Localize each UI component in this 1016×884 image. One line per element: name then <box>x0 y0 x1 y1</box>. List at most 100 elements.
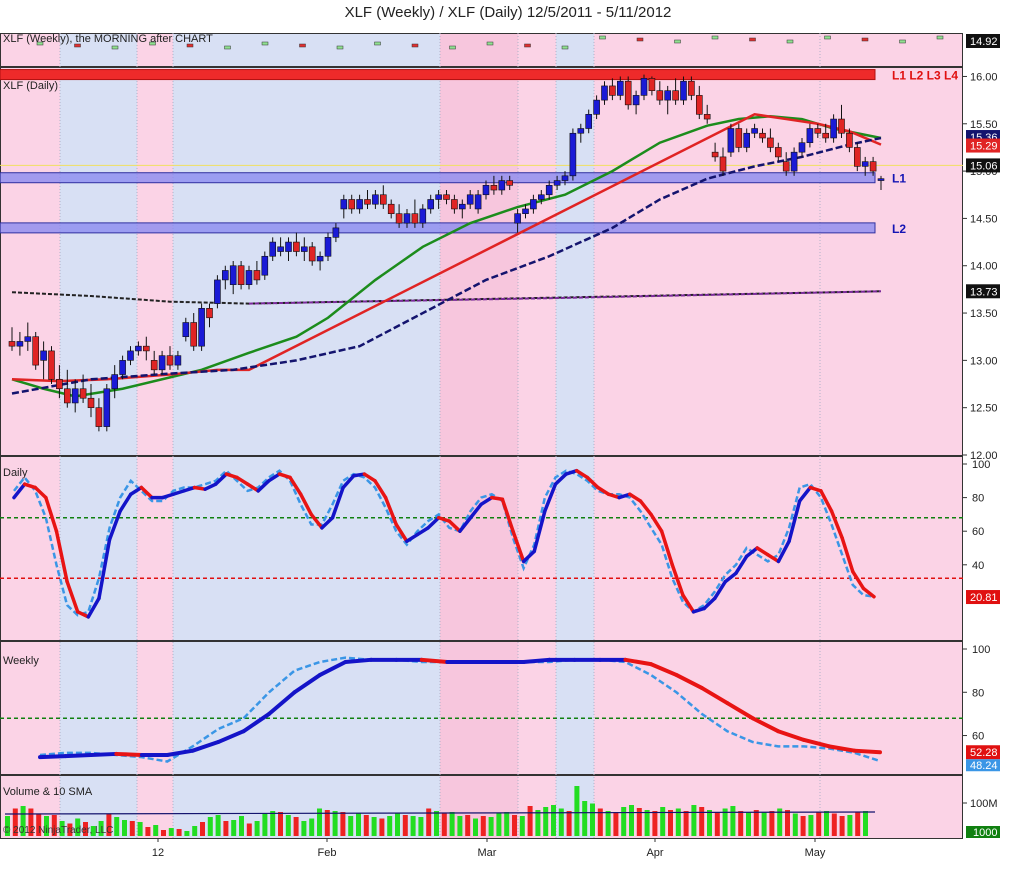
candle-body <box>64 388 71 404</box>
price-panel-title: XLF (Daily) <box>3 80 58 92</box>
candle-body <box>624 80 632 106</box>
volume-bar <box>590 803 595 836</box>
volume-bar <box>714 812 720 836</box>
candle-body <box>174 355 182 366</box>
volume-bar <box>114 817 120 836</box>
candle-body <box>214 279 221 304</box>
volume-bar <box>301 821 307 836</box>
volume-bar <box>543 807 549 836</box>
weekly-stoch-y-tick: 80 <box>972 687 984 699</box>
volume-bar <box>699 807 705 836</box>
candle-body <box>372 194 379 205</box>
candle-body <box>324 237 332 257</box>
candle-body <box>150 360 158 371</box>
weekly-mini-candle <box>224 45 231 50</box>
volume-bar <box>192 826 198 836</box>
session-shade-2 <box>137 33 173 838</box>
candle-body <box>198 308 205 347</box>
candle-body <box>356 199 363 210</box>
volume-bar <box>496 813 502 836</box>
volume-bar <box>239 816 244 836</box>
weekly-mini-candle <box>449 45 456 50</box>
price-y-tick-label: 13.50 <box>970 308 998 320</box>
candle-body <box>806 128 814 144</box>
candle-body <box>71 388 79 404</box>
candle-body <box>79 388 87 399</box>
candle-body <box>261 255 269 276</box>
weekly-stoch-k-value: 52.28 <box>970 747 998 759</box>
candle-body <box>119 360 126 375</box>
volume-bar <box>254 821 260 836</box>
weekly-mini-candle <box>411 43 419 48</box>
volume-bar <box>457 816 463 836</box>
volume-bar <box>122 820 127 836</box>
volume-bar <box>512 815 517 836</box>
candle-body <box>285 241 292 252</box>
candle-body <box>340 199 348 210</box>
volume-bar <box>535 810 541 836</box>
volume-bar <box>387 816 393 836</box>
candle-body <box>16 341 24 347</box>
volume-bar <box>792 813 798 836</box>
weekly-mini-candle <box>674 39 681 44</box>
copyright-text: © 2012 NinjaTrader, LLC <box>3 825 114 836</box>
candle-body <box>616 80 624 96</box>
candle-body <box>111 374 118 390</box>
volume-bar <box>153 825 159 836</box>
price-y-tick-label: 12.50 <box>970 403 998 415</box>
volume-bar <box>410 816 416 836</box>
volume-bar <box>371 817 377 836</box>
volume-bar <box>785 810 790 836</box>
candle-body <box>632 95 640 106</box>
price-y-tick-label: 14.50 <box>970 213 998 225</box>
volume-title: Volume & 10 SMA <box>3 786 93 798</box>
candle-body <box>364 199 371 205</box>
volume-bar <box>356 813 361 836</box>
volume-bar <box>746 812 751 836</box>
candle-body <box>182 322 190 338</box>
volume-bar <box>816 812 822 836</box>
level-band-1 <box>0 172 876 184</box>
weekly-mini-candle <box>36 41 44 46</box>
candle-body <box>332 227 340 238</box>
candle-body <box>695 95 703 115</box>
candle-body <box>688 80 695 96</box>
candle-body <box>451 199 458 210</box>
volume-bar <box>566 811 572 836</box>
weekly-mini-candle <box>524 43 531 48</box>
volume-bar <box>761 812 767 836</box>
candle-body <box>877 178 885 181</box>
x-tick-label: May <box>805 847 826 859</box>
candle-body <box>830 118 837 139</box>
weekly-stoch-k-segment <box>38 754 68 760</box>
candle-body <box>782 161 790 172</box>
candle-body <box>458 203 466 210</box>
volume-bar <box>808 815 814 836</box>
volume-bar <box>270 811 276 836</box>
candle-body <box>767 137 774 148</box>
volume-bar <box>707 810 712 836</box>
daily-stoch-y-tick: 40 <box>972 560 984 572</box>
candle-body <box>514 213 521 224</box>
candle-body <box>490 184 498 191</box>
candle-body <box>609 85 616 96</box>
volume-bar <box>215 815 221 836</box>
level-label-0: L1 L2 L3 L4 <box>892 69 958 83</box>
candle-body <box>56 378 63 390</box>
candle-body <box>466 194 474 205</box>
price-y-tick-label: 13.00 <box>970 355 998 367</box>
price-tag-3: 13.73 <box>970 286 998 298</box>
candle-body <box>127 350 134 361</box>
weekly-mini-candle <box>299 43 306 48</box>
volume-bar <box>449 812 455 836</box>
candle-body <box>703 114 711 120</box>
candle-body <box>253 270 261 281</box>
volume-bar <box>223 821 229 836</box>
candle-body <box>95 407 103 427</box>
session-shade-1 <box>60 33 137 838</box>
candle-body <box>435 194 442 200</box>
volume-bar <box>769 811 775 836</box>
weekly-mini-candle <box>111 45 119 50</box>
volume-bar <box>293 817 299 836</box>
candle-body <box>790 151 798 172</box>
